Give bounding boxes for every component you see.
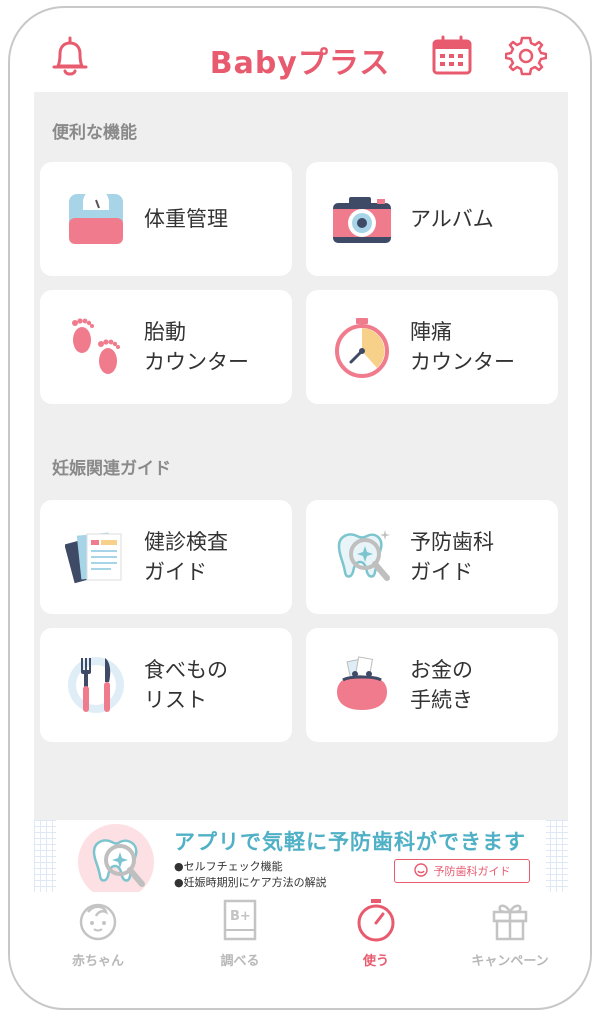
section-title-features: 便利な機能 [52,123,137,143]
gift-icon [488,898,532,946]
stopwatch-icon [354,898,398,946]
banner-tooth-icon [78,824,154,892]
section-title-guides: 妊娠関連ガイド [52,459,171,479]
stopwatch-icon [328,313,396,381]
smile-icon [413,862,428,880]
dental-guide-button-label: 予防歯科ガイド [433,865,511,878]
dental-guide-button[interactable]: 予防歯科ガイド [394,859,530,883]
card-label: 陣痛 カウンター [410,320,515,374]
banner-bullet: ●セルフチェック機能 [174,860,283,873]
documents-icon [62,523,130,591]
baby-face-icon [76,898,120,946]
footprints-icon [62,313,130,381]
card-label: 体重管理 [144,207,228,231]
bottom-tab-bar: 赤ちゃん B+ 調べる 使う キャンペーン [10,892,590,992]
card-dental-guide[interactable]: 予防歯科 ガイド [306,500,558,614]
camera-icon [328,185,396,253]
phone-frame: Babyプラス 便利な機能 体重管理 アルバム 胎動 カウンター 陣痛 カウンタ… [8,6,592,1010]
card-checkup-guide[interactable]: 健診検査 ガイド [40,500,292,614]
book-icon: B+ [218,898,262,946]
gear-icon[interactable] [504,34,548,78]
tab-label: キャンペーン [471,954,549,969]
card-fetal-movement[interactable]: 胎動 カウンター [40,290,292,404]
card-album[interactable]: アルバム [306,162,558,276]
tab-label: 使う [362,954,389,969]
card-label: 予防歯科 ガイド [410,530,494,584]
purse-icon [328,651,396,719]
app-header: Babyプラス [10,8,590,92]
banner-title: アプリで気軽に予防歯科ができます [174,830,526,854]
tab-campaign[interactable]: キャンペーン [450,898,570,969]
tab-label: 調べる [220,954,260,969]
calendar-icon[interactable] [430,34,474,78]
card-labor-counter[interactable]: 陣痛 カウンター [306,290,558,404]
card-label: 健診検査 ガイド [144,530,228,584]
card-money-procedures[interactable]: お金の 手続き [306,628,558,742]
card-weight[interactable]: 体重管理 [40,162,292,276]
card-label: 胎動 カウンター [144,320,249,374]
scale-icon [62,185,130,253]
tooth-icon [328,523,396,591]
main-content: 便利な機能 体重管理 アルバム 胎動 カウンター 陣痛 カウンター 妊娠関連ガイ… [34,92,568,892]
dental-promo-banner[interactable]: アプリで気軽に予防歯科ができます ●セルフチェック機能 ●妊娠時期別にケア方法の… [34,820,568,892]
fork-knife-icon [62,651,130,719]
tab-baby[interactable]: 赤ちゃん [38,898,158,969]
card-label: アルバム [410,207,494,231]
app-logo: Babyプラス [209,46,391,81]
card-food-list[interactable]: 食べもの リスト [40,628,292,742]
tab-label: 赤ちゃん [71,954,124,969]
svg-text:B+: B+ [230,909,251,924]
card-label: 食べもの リスト [144,658,228,712]
card-label: お金の 手続き [410,658,473,712]
tab-search[interactable]: B+ 調べる [180,898,300,969]
tab-use[interactable]: 使う [316,898,436,969]
banner-bullet: ●妊娠時期別にケア方法の解説 [174,876,327,889]
